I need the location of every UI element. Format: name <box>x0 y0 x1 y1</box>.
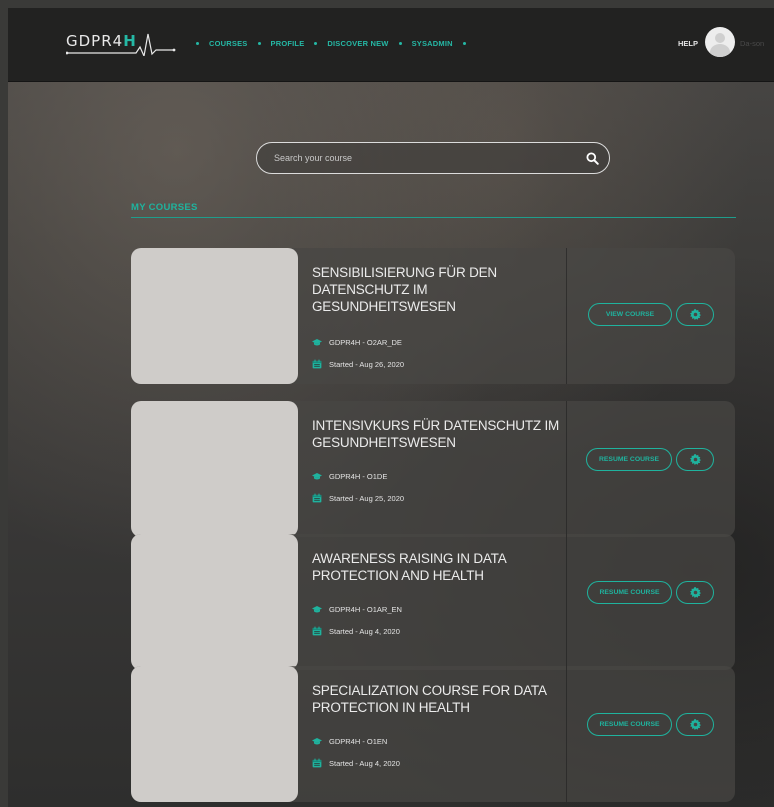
course-code: GDPR4H - O1AR_EN <box>329 605 402 614</box>
course-code-row: GDPR4H - O2AR_DE <box>312 338 402 347</box>
course-started-date: Started - Aug 25, 2020 <box>329 493 405 503</box>
main-nav: COURSES PROFILE DISCOVER NEW SYSADMIN <box>196 39 466 48</box>
nav-dot <box>462 42 466 45</box>
resume-course-button[interactable]: RESUME COURSE <box>587 713 672 736</box>
app-frame: GDPR4H COURSES PROFILE DISCOVER NEW SYSA… <box>8 8 774 807</box>
course-started-date: Started - Aug 4, 2020 <box>329 626 400 636</box>
course-card: SPECIALIZATION COURSE FOR DATA PROTECTIO… <box>131 666 735 802</box>
calendar-icon <box>312 758 322 768</box>
search-bar <box>256 142 610 174</box>
course-card: SENSIBILISIERUNG FÜR DEN DATENSCHUTZ IM … <box>131 248 735 384</box>
help-link[interactable]: HELP <box>678 39 698 48</box>
graduation-cap-icon <box>312 339 322 346</box>
course-code-row: GDPR4H - O1EN <box>312 737 387 746</box>
nav-item-sysadmin[interactable]: SYSADMIN <box>412 39 453 48</box>
course-settings-button[interactable] <box>676 713 714 736</box>
course-started-row: Started - Aug 4, 2020 <box>312 626 400 636</box>
section-title: MY COURSES <box>131 202 198 213</box>
course-title[interactable]: INTENSIVKURS FÜR DATENSCHUTZ IM GESUNDHE… <box>312 417 567 451</box>
course-title[interactable]: AWARENESS RAISING IN DATA PROTECTION AND… <box>312 550 567 584</box>
course-thumbnail[interactable] <box>131 248 298 384</box>
section-divider <box>131 217 736 218</box>
course-thumbnail[interactable] <box>131 401 298 537</box>
course-card: INTENSIVKURS FÜR DATENSCHUTZ IM GESUNDHE… <box>131 401 735 537</box>
search-input[interactable] <box>257 143 567 173</box>
course-title[interactable]: SENSIBILISIERUNG FÜR DEN DATENSCHUTZ IM … <box>312 264 567 315</box>
nav-item-courses[interactable]: COURSES <box>209 39 248 48</box>
nav-dot <box>196 42 199 45</box>
card-divider <box>566 248 567 384</box>
course-started-row: Started - Aug 4, 2020 <box>312 758 400 768</box>
gear-icon <box>689 309 701 320</box>
avatar[interactable] <box>705 27 735 57</box>
course-settings-button[interactable] <box>676 448 714 471</box>
heartbeat-line-icon <box>66 33 176 56</box>
resume-course-button[interactable]: RESUME COURSE <box>587 581 672 604</box>
top-navbar: GDPR4H COURSES PROFILE DISCOVER NEW SYSA… <box>8 8 774 82</box>
card-divider <box>566 666 567 802</box>
nav-dot <box>314 42 318 45</box>
resume-course-button[interactable]: RESUME COURSE <box>586 448 672 471</box>
card-divider <box>566 401 567 537</box>
card-divider <box>566 534 567 670</box>
course-started-row: Started - Aug 26, 2020 <box>312 359 404 369</box>
gear-icon <box>689 454 701 465</box>
graduation-cap-icon <box>312 473 322 480</box>
course-card: AWARENESS RAISING IN DATA PROTECTION AND… <box>131 534 735 670</box>
gear-icon <box>689 719 701 730</box>
logo[interactable]: GDPR4H <box>66 30 176 56</box>
nav-dot <box>257 42 261 45</box>
course-started-date: Started - Aug 4, 2020 <box>329 758 400 768</box>
gear-icon <box>689 587 701 598</box>
course-started-row: Started - Aug 25, 2020 <box>312 493 404 503</box>
course-title[interactable]: SPECIALIZATION COURSE FOR DATA PROTECTIO… <box>312 682 567 716</box>
course-started-date: Started - Aug 26, 2020 <box>329 359 405 369</box>
course-thumbnail[interactable] <box>131 666 298 802</box>
nav-item-profile[interactable]: PROFILE <box>271 39 305 48</box>
graduation-cap-icon <box>312 738 322 745</box>
calendar-icon <box>312 493 322 503</box>
graduation-cap-icon <box>312 606 322 613</box>
course-code: GDPR4H - O2AR_DE <box>329 338 402 347</box>
search-icon[interactable] <box>586 152 599 165</box>
course-code-row: GDPR4H - O1DE <box>312 472 387 481</box>
course-code: GDPR4H - O1DE <box>329 472 388 481</box>
course-settings-button[interactable] <box>676 303 714 326</box>
calendar-icon <box>312 626 322 636</box>
course-settings-button[interactable] <box>676 581 714 604</box>
nav-dot <box>398 42 402 45</box>
calendar-icon <box>312 359 322 369</box>
view-course-button[interactable]: VIEW COURSE <box>588 303 672 326</box>
nav-item-discover-new[interactable]: DISCOVER NEW <box>327 39 388 48</box>
course-code-row: GDPR4H - O1AR_EN <box>312 605 402 614</box>
username-label[interactable]: Da-son <box>740 39 764 48</box>
course-code: GDPR4H - O1EN <box>329 737 388 746</box>
course-thumbnail[interactable] <box>131 534 298 670</box>
